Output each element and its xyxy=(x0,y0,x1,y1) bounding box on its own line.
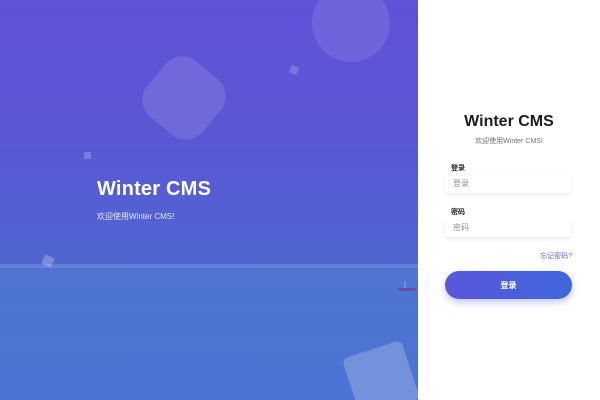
username-input[interactable] xyxy=(445,173,571,193)
forgot-password-link[interactable]: 忘记密码? xyxy=(540,251,572,261)
password-input[interactable] xyxy=(445,217,571,237)
hero-subtitle: 欢迎使用Winter CMS! xyxy=(97,212,175,221)
hero-panel: Winter CMS 欢迎使用Winter CMS! xyxy=(0,0,418,400)
login-subtitle: 欢迎使用Winter CMS! xyxy=(475,138,543,145)
decorative-diamond-shape xyxy=(133,47,235,149)
login-button[interactable]: 登录 xyxy=(445,271,572,299)
login-panel: Winter CMS 欢迎使用Winter CMS! 登录 密码 忘记密码? 登… xyxy=(418,0,600,400)
horizon-line xyxy=(0,264,418,268)
decorative-circle-shape xyxy=(312,0,390,62)
username-label: 登录 xyxy=(451,165,465,172)
password-label: 密码 xyxy=(451,209,465,216)
decorative-dot xyxy=(84,152,91,159)
decorative-small-square xyxy=(288,64,300,76)
hero-title: Winter CMS xyxy=(97,178,212,200)
login-title: Winter CMS xyxy=(464,113,554,130)
boat-icon xyxy=(397,281,417,291)
